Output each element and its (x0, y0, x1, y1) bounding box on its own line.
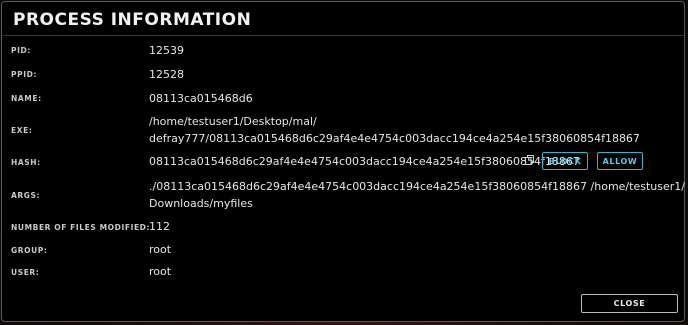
block-button[interactable]: BLOCK (542, 152, 588, 170)
exe-value-line-1: /home/testuser1/Desktop/mal/ (149, 115, 317, 128)
user-label: USER: (11, 268, 40, 277)
hash-value: 08113ca015468d6c29af4e4e4754c003dacc194c… (149, 155, 580, 168)
args-value-line-1: ./08113ca015468d6c29af4e4e4754c003dacc19… (149, 180, 685, 193)
allow-button[interactable]: ALLOW (597, 152, 643, 170)
pid-value: 12539 (149, 44, 184, 57)
name-label: NAME: (11, 94, 42, 103)
ppid-value: 12528 (149, 68, 184, 81)
ppid-label: PPID: (11, 70, 38, 79)
hash-label: HASH: (11, 158, 41, 167)
args-value-line-2: Downloads/myfiles (149, 197, 253, 210)
exe-label: EXE: (11, 126, 33, 135)
group-label: GROUP: (11, 246, 48, 255)
args-value: ./08113ca015468d6c29af4e4e4754c003dacc19… (149, 178, 685, 212)
files-modified-label: NUMBER OF FILES MODIFIED: (11, 223, 151, 232)
exe-value: /home/testuser1/Desktop/mal/ defray777/0… (149, 113, 640, 147)
title-divider (3, 35, 683, 36)
files-modified-value: 112 (149, 220, 170, 233)
exe-value-line-2: defray777/08113ca015468d6c29af4e4e4754c0… (149, 132, 640, 145)
pid-label: PID: (11, 46, 31, 55)
copy-icon[interactable] (525, 155, 534, 165)
dialog-title: PROCESS INFORMATION (13, 10, 252, 30)
user-value: root (149, 265, 172, 278)
group-value: root (149, 243, 172, 256)
close-button[interactable]: CLOSE (581, 294, 678, 313)
args-label: ARGS: (11, 191, 41, 200)
name-value: 08113ca015468d6 (149, 92, 253, 105)
